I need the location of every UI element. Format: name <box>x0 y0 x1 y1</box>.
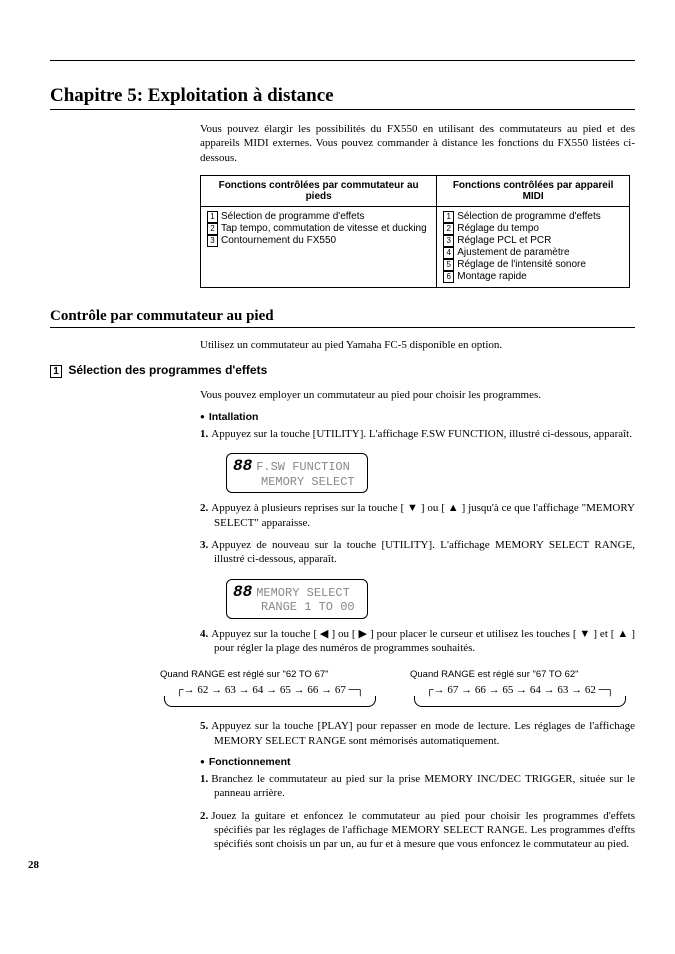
install-step-4: 4.Appuyez sur la touche [ ◀ ] ou [ ▶ ] p… <box>200 627 635 656</box>
func-step-2: 2.Jouez la guitare et enfoncez le commut… <box>200 809 635 852</box>
install-step-5: 5.Appuyez sur la touche [PLAY] pour repa… <box>200 719 635 748</box>
range-seq-right: ┌→ 67 → 66 → 65 → 64 → 63 → 62 ─┐ <box>410 684 630 696</box>
top-rule <box>50 60 635 61</box>
left-item-3: Contournement du FX550 <box>221 235 336 246</box>
range-seq-left: ┌→ 62 → 63 → 64 → 65 → 66 → 67 ─┐ <box>160 684 380 696</box>
functions-table: Fonctions contrôlées par commutateur au … <box>200 175 630 288</box>
right-item-5: Réglage de l'intensité sonore <box>457 259 586 270</box>
right-item-1: Sélection de programme d'effets <box>457 211 600 222</box>
subsection-title: 1 Sélection des programmes d'effets <box>50 363 635 378</box>
range-diagram: Quand RANGE est réglé sur "62 TO 67" ┌→ … <box>160 663 630 707</box>
right-item-4: Ajustement de paramètre <box>457 247 569 258</box>
section-intro: Utilisez un commutateur au pied Yamaha F… <box>200 339 635 351</box>
range-label-left: Quand RANGE est réglé sur "62 TO 67" <box>160 669 380 680</box>
table-header-right: Fonctions contrôlées par appareil MIDI <box>437 175 630 206</box>
chapter-underline <box>50 109 635 110</box>
left-item-1: Sélection de programme d'effets <box>221 211 364 222</box>
range-label-right: Quand RANGE est réglé sur "67 TO 62" <box>410 669 630 680</box>
subsection-intro: Vous pouvez employer un commutateur au p… <box>200 389 635 401</box>
section-title: Contrôle par commutateur au pied <box>50 308 635 325</box>
install-step-2: 2.Appuyez à plusieurs reprises sur la to… <box>200 501 635 530</box>
install-step-1: 1.Appuyez sur la touche [UTILITY]. L'aff… <box>200 427 635 441</box>
installation-header: Intallation <box>200 411 635 423</box>
table-header-left: Fonctions contrôlées par commutateur au … <box>201 175 437 206</box>
chapter-intro: Vous pouvez élargir les possibilités du … <box>200 122 635 165</box>
right-item-3: Réglage PCL et PCR <box>457 235 551 246</box>
lcd-display-1: 88F.SW FUNCTION MEMORY SELECT <box>226 453 368 493</box>
right-item-6: Montage rapide <box>457 271 527 282</box>
manual-page: Chapitre 5: Exploitation à distance Vous… <box>0 0 675 889</box>
install-step-3: 3.Appuyez de nouveau sur la touche [UTIL… <box>200 538 635 567</box>
right-item-2: Réglage du tempo <box>457 223 539 234</box>
left-item-2: Tap tempo, commutation de vitesse et duc… <box>221 223 427 234</box>
chapter-title: Chapitre 5: Exploitation à distance <box>50 85 635 107</box>
table-cell-left: 1Sélection de programme d'effets 2Tap te… <box>201 206 437 287</box>
table-cell-right: 1Sélection de programme d'effets 2Réglag… <box>437 206 630 287</box>
func-step-1: 1.Branchez le commutateur au pied sur la… <box>200 772 635 801</box>
functioning-header: Fonctionnement <box>200 756 635 768</box>
section-rule <box>50 327 635 328</box>
lcd-display-2: 88MEMORY SELECT RANGE 1 TO 00 <box>226 579 368 619</box>
page-number: 28 <box>28 859 39 871</box>
